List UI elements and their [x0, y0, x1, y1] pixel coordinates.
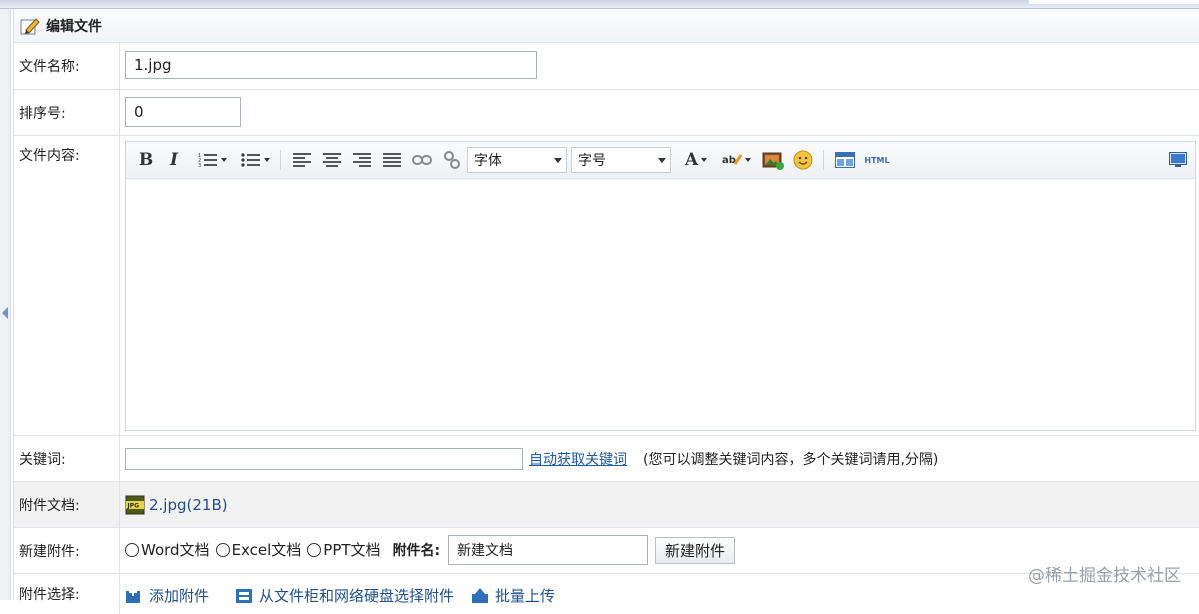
editor-toolbar: B I 123 字体 字号 A ab HTML: [126, 142, 1195, 179]
link-icon[interactable]: [410, 148, 434, 172]
font-color-glyph: A: [684, 150, 699, 170]
editor-content-area[interactable]: [126, 179, 1195, 430]
file-name-label: 文件名称:: [14, 43, 120, 89]
select-from-cabinet-action[interactable]: 从文件柜和网络硬盘选择附件: [235, 585, 454, 606]
radio-excel-label: Excel文档: [231, 541, 302, 559]
image-icon[interactable]: [760, 148, 786, 172]
keywords-input[interactable]: [125, 448, 523, 470]
radio-word[interactable]: Word文档: [125, 539, 210, 560]
html-icon[interactable]: HTML: [862, 148, 892, 172]
content-label: 文件内容:: [14, 136, 120, 435]
italic-icon[interactable]: I: [162, 148, 186, 172]
radio-excel[interactable]: Excel文档: [215, 539, 302, 560]
row-sort-number: 排序号: 0: [14, 90, 1199, 136]
row-file-name: 文件名称: 1.jpg: [14, 43, 1199, 90]
align-right-icon[interactable]: [350, 148, 374, 172]
top-bar: [0, 0, 1199, 9]
bold-icon[interactable]: B: [134, 148, 158, 172]
row-attachment-select: 附件选择: 添加附件 从文件柜和网络硬盘选择附件 批量上传: [14, 574, 1199, 614]
svg-text:ab: ab: [722, 155, 736, 166]
row-content: 文件内容: B I 123 字体 字号 A ab HTML: [14, 136, 1199, 436]
auto-keywords-link[interactable]: 自动获取关键词: [529, 449, 627, 469]
attachment-file-link[interactable]: 2.jpg: [149, 496, 187, 514]
batch-upload-action[interactable]: 批量上传: [471, 585, 555, 606]
add-attachment-icon: [126, 587, 140, 603]
highlight-icon[interactable]: ab: [718, 148, 754, 172]
sort-number-label: 排序号:: [14, 90, 120, 135]
row-attachment-doc: 附件文档: JPG 2.jpg (21B): [14, 482, 1199, 528]
watermark: @稀土掘金技术社区: [1028, 566, 1181, 586]
justify-icon[interactable]: [380, 148, 404, 172]
radio-ppt-label: PPT文档: [323, 541, 381, 559]
cabinet-icon: [236, 588, 252, 603]
radio-ppt[interactable]: PPT文档: [307, 539, 381, 560]
file-name-input[interactable]: 1.jpg: [125, 51, 537, 79]
add-attachment-text: 添加附件: [149, 587, 210, 605]
jpg-file-icon: JPG: [125, 495, 145, 514]
attachment-file-size: (21B): [186, 495, 228, 514]
collapse-rail[interactable]: [0, 9, 11, 600]
font-color-icon[interactable]: A: [679, 148, 713, 172]
emoticon-icon[interactable]: [790, 148, 816, 172]
upload-icon: [472, 587, 488, 603]
keywords-hint: (您可以调整关键词内容，多个关键词请用,分隔): [643, 452, 939, 468]
font-size-select[interactable]: 字号: [571, 147, 671, 173]
attachment-name-label: 附件名:: [392, 542, 441, 559]
fullscreen-icon[interactable]: [1166, 148, 1190, 172]
sort-number-input[interactable]: 0: [125, 97, 241, 127]
svg-text:JPG: JPG: [127, 502, 140, 509]
attachment-doc-label: 附件文档:: [14, 482, 120, 527]
radio-word-label: Word文档: [141, 541, 210, 559]
panel-title: 编辑文件: [46, 18, 102, 35]
svg-text:3: 3: [198, 163, 201, 168]
table-icon[interactable]: [832, 148, 858, 172]
collapse-arrow-icon[interactable]: [2, 307, 8, 319]
new-attachment-button[interactable]: 新建附件: [655, 537, 735, 564]
add-attachment-action[interactable]: 添加附件: [125, 585, 209, 606]
batch-upload-text: 批量上传: [495, 587, 556, 605]
ordered-list-icon[interactable]: 123: [192, 148, 232, 172]
unlink-icon[interactable]: [440, 148, 464, 172]
keywords-label: 关键词:: [14, 436, 120, 481]
font-family-select[interactable]: 字体: [467, 147, 567, 173]
new-attachment-label: 新建附件:: [14, 528, 120, 573]
unordered-list-icon[interactable]: [236, 148, 274, 172]
row-keywords: 关键词: 自动获取关键词 (您可以调整关键词内容，多个关键词请用,分隔): [14, 436, 1199, 482]
rich-text-editor: B I 123 字体 字号 A ab HTML: [125, 141, 1196, 431]
edit-file-panel: 编辑文件 文件名称: 1.jpg 排序号: 0 文件内容: B I 123 字体…: [13, 9, 1199, 614]
font-size-value: 字号: [578, 153, 606, 169]
font-family-value: 字体: [474, 153, 502, 169]
align-center-icon[interactable]: [320, 148, 344, 172]
attachment-name-input[interactable]: 新建文档: [448, 535, 648, 565]
attachment-select-label: 附件选择:: [14, 574, 120, 614]
align-left-icon[interactable]: [290, 148, 314, 172]
edit-icon: [20, 17, 40, 34]
row-new-attachment: 新建附件: Word文档 Excel文档 PPT文档 附件名: 新建文档 新建附…: [14, 528, 1199, 574]
select-from-cabinet-text: 从文件柜和网络硬盘选择附件: [259, 587, 455, 605]
panel-header: 编辑文件: [14, 9, 1199, 43]
